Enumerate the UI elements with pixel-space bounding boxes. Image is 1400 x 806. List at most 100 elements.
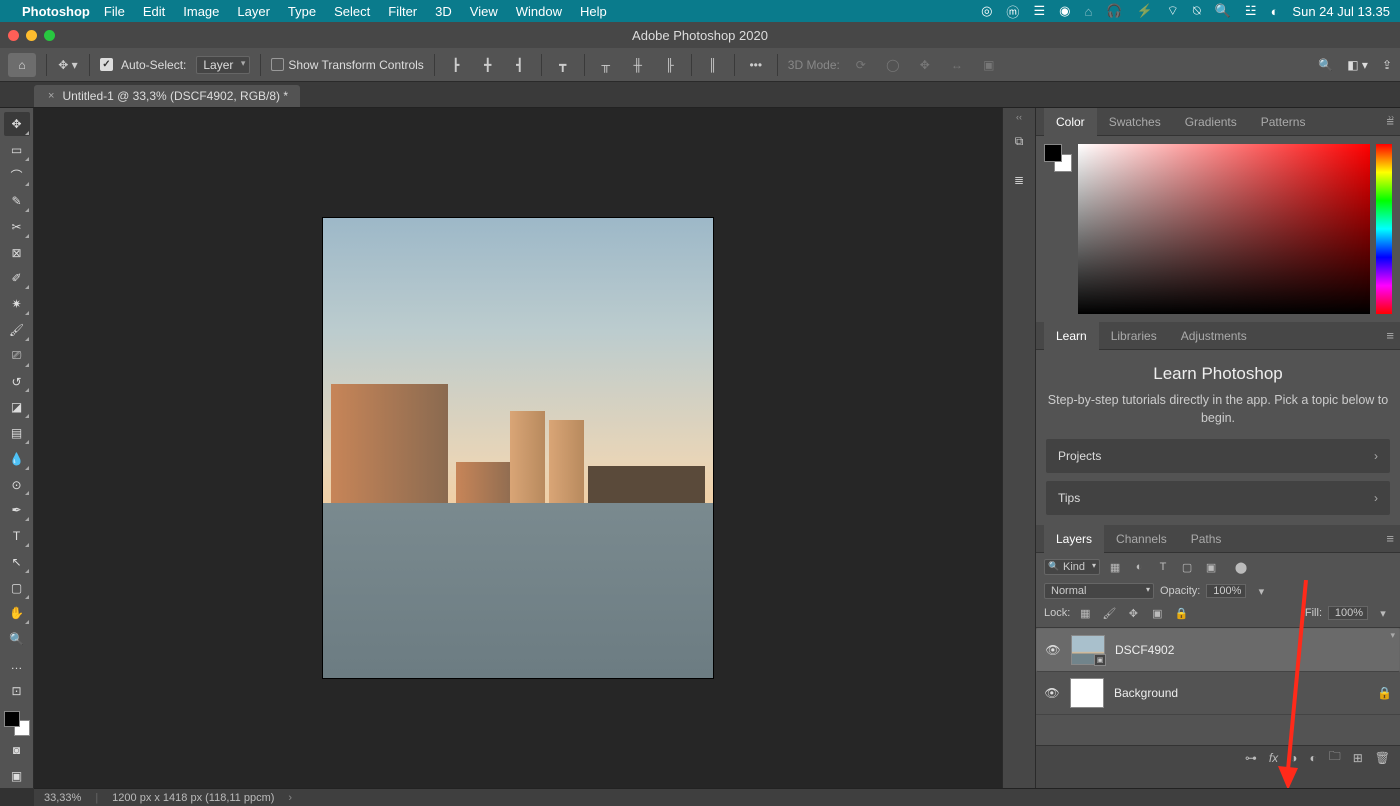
canvas-area[interactable] xyxy=(34,108,1002,788)
menu-window[interactable]: Window xyxy=(516,4,562,19)
tray-headphones-icon[interactable]: 🎧 xyxy=(1106,3,1122,19)
tool-pen[interactable]: ✒ xyxy=(4,498,30,522)
blend-mode-dropdown[interactable]: Normal xyxy=(1044,583,1154,599)
tray-siri-icon[interactable]: ◐ xyxy=(1271,4,1279,19)
visibility-eye-icon[interactable]: 👁 xyxy=(1045,643,1061,657)
tray-app-icon[interactable]: ⌂ xyxy=(1084,4,1092,19)
home-button[interactable]: ⌂ xyxy=(8,53,36,77)
tray-cc-icon[interactable]: ◎ xyxy=(981,3,992,19)
distribute-h-icon[interactable]: ╫ xyxy=(627,54,649,76)
opacity-input[interactable]: 100% xyxy=(1206,584,1246,598)
tab-learn[interactable]: Learn xyxy=(1044,322,1099,350)
tool-type[interactable]: T xyxy=(4,524,30,548)
collapsed-panel-icon[interactable]: ⧉ xyxy=(1015,134,1024,149)
new-adjustment-layer-icon[interactable]: ◐ xyxy=(1309,751,1316,765)
tool-move[interactable]: ✥ xyxy=(4,112,30,136)
quick-mask-toggle[interactable]: ◙ xyxy=(4,738,30,762)
tool-clone-stamp[interactable]: ⎚ xyxy=(4,344,30,368)
more-options-icon[interactable]: ••• xyxy=(745,54,767,76)
tray-record-icon[interactable]: ◉ xyxy=(1059,3,1070,19)
document-canvas[interactable] xyxy=(323,218,713,678)
tab-color[interactable]: Color xyxy=(1044,108,1097,136)
status-zoom[interactable]: 33,33% xyxy=(44,792,81,804)
menu-filter[interactable]: Filter xyxy=(388,4,417,19)
close-tab-icon[interactable]: × xyxy=(48,90,54,102)
tool-gradient[interactable]: ▤ xyxy=(4,421,30,445)
layer-row[interactable]: 👁 Background 🔒 xyxy=(1036,672,1400,715)
tool-path-select[interactable]: ↖ xyxy=(4,550,30,574)
tool-zoom[interactable]: 🔍 xyxy=(4,627,30,651)
layer-name[interactable]: Background xyxy=(1114,686,1178,700)
align-top-icon[interactable]: ┳ xyxy=(552,54,574,76)
tool-crop[interactable]: ✂ xyxy=(4,215,30,239)
align-to-icon[interactable]: ║ xyxy=(702,54,724,76)
filter-adjust-icon[interactable]: ◐ xyxy=(1130,559,1148,575)
chevron-down-icon[interactable]: ▾ xyxy=(1252,583,1270,599)
lock-transparent-icon[interactable]: ▦ xyxy=(1076,605,1094,621)
distribute-spacing-icon[interactable]: ╟ xyxy=(659,54,681,76)
visibility-eye-icon[interactable]: 👁 xyxy=(1044,686,1060,700)
tray-malware-icon[interactable]: ⓜ xyxy=(1006,2,1019,21)
lock-image-icon[interactable]: 🖌 xyxy=(1100,605,1118,621)
move-tool-indicator-icon[interactable]: ✥ ▾ xyxy=(57,54,79,76)
auto-select-checkbox[interactable]: ✓ Auto-Select: xyxy=(100,58,186,72)
search-icon[interactable]: 🔍 xyxy=(1318,58,1333,72)
tab-gradients[interactable]: Gradients xyxy=(1173,108,1249,136)
layer-thumbnail[interactable] xyxy=(1070,678,1104,708)
layer-name[interactable]: DSCF4902 xyxy=(1115,643,1174,657)
delete-layer-icon[interactable]: 🗑 xyxy=(1375,751,1390,765)
tool-lasso[interactable]: ⌒ xyxy=(4,164,30,188)
tray-stacks-icon[interactable]: ☰ xyxy=(1033,3,1045,19)
show-transform-checkbox[interactable]: Show Transform Controls xyxy=(271,58,423,72)
learn-item-projects[interactable]: Projects › xyxy=(1046,439,1390,473)
menu-layer[interactable]: Layer xyxy=(237,4,270,19)
tool-hand[interactable]: ✋ xyxy=(4,602,30,626)
align-left-icon[interactable]: ┣ xyxy=(445,54,467,76)
foreground-color-swatch[interactable] xyxy=(4,711,20,727)
tool-blur[interactable]: 💧 xyxy=(4,447,30,471)
tool-eraser[interactable]: ◪ xyxy=(4,395,30,419)
tab-paths[interactable]: Paths xyxy=(1179,525,1234,553)
tab-layers[interactable]: Layers xyxy=(1044,525,1104,553)
auto-select-target-dropdown[interactable]: Layer xyxy=(196,56,250,74)
chevron-right-icon[interactable]: › xyxy=(288,792,292,804)
tool-marquee[interactable]: ▭ xyxy=(4,138,30,162)
menu-view[interactable]: View xyxy=(470,4,498,19)
panel-menu-icon[interactable]: ≡ xyxy=(1386,531,1394,546)
tray-user-icon[interactable]: ⍉ xyxy=(1193,3,1201,19)
tool-eyedropper[interactable]: ✐ xyxy=(4,267,30,291)
layer-row[interactable]: 👁 ▣ DSCF4902 xyxy=(1036,628,1400,672)
chevron-down-icon[interactable]: ▾ xyxy=(1374,605,1392,621)
workspace-switcher-icon[interactable]: ◧ ▾ xyxy=(1347,58,1368,72)
add-mask-icon[interactable]: ◑ xyxy=(1290,751,1297,765)
document-tab[interactable]: × Untitled-1 @ 33,3% (DSCF4902, RGB/8) * xyxy=(34,85,300,107)
filter-pixel-icon[interactable]: ▦ xyxy=(1106,559,1124,575)
tool-rectangle[interactable]: ▢ xyxy=(4,576,30,600)
tray-wifi-icon[interactable]: ⌔ xyxy=(1167,3,1179,19)
align-center-h-icon[interactable]: ╋ xyxy=(477,54,499,76)
lock-all-icon[interactable]: 🔒 xyxy=(1172,605,1190,621)
tray-spotlight-icon[interactable]: 🔍 xyxy=(1215,3,1231,19)
menu-3d[interactable]: 3D xyxy=(435,4,452,19)
tab-channels[interactable]: Channels xyxy=(1104,525,1179,553)
panel-menu-icon[interactable]: ≡ xyxy=(1386,328,1394,343)
share-icon[interactable]: ⇪ xyxy=(1382,58,1392,72)
layer-style-fx-icon[interactable]: fx xyxy=(1269,751,1278,765)
tool-history-brush[interactable]: ↺ xyxy=(4,370,30,394)
color-swatch-pair[interactable] xyxy=(1044,144,1072,172)
menu-help[interactable]: Help xyxy=(580,4,607,19)
collapse-dock-icon[interactable]: ›› xyxy=(1388,112,1394,122)
fill-input[interactable]: 100% xyxy=(1328,606,1368,620)
tool-more[interactable]: … xyxy=(4,653,30,677)
tool-dodge[interactable]: ⊙ xyxy=(4,473,30,497)
menu-file[interactable]: File xyxy=(104,4,125,19)
menu-edit[interactable]: Edit xyxy=(143,4,165,19)
tab-libraries[interactable]: Libraries xyxy=(1099,322,1169,350)
fg-swatch[interactable] xyxy=(1044,144,1062,162)
tab-swatches[interactable]: Swatches xyxy=(1097,108,1173,136)
status-doc-info[interactable]: 1200 px x 1418 px (118,11 ppcm) xyxy=(112,792,274,804)
menu-select[interactable]: Select xyxy=(334,4,370,19)
tray-clock[interactable]: Sun 24 Jul 13.35 xyxy=(1292,4,1390,19)
tool-quick-select[interactable]: ✎ xyxy=(4,189,30,213)
tab-patterns[interactable]: Patterns xyxy=(1249,108,1318,136)
